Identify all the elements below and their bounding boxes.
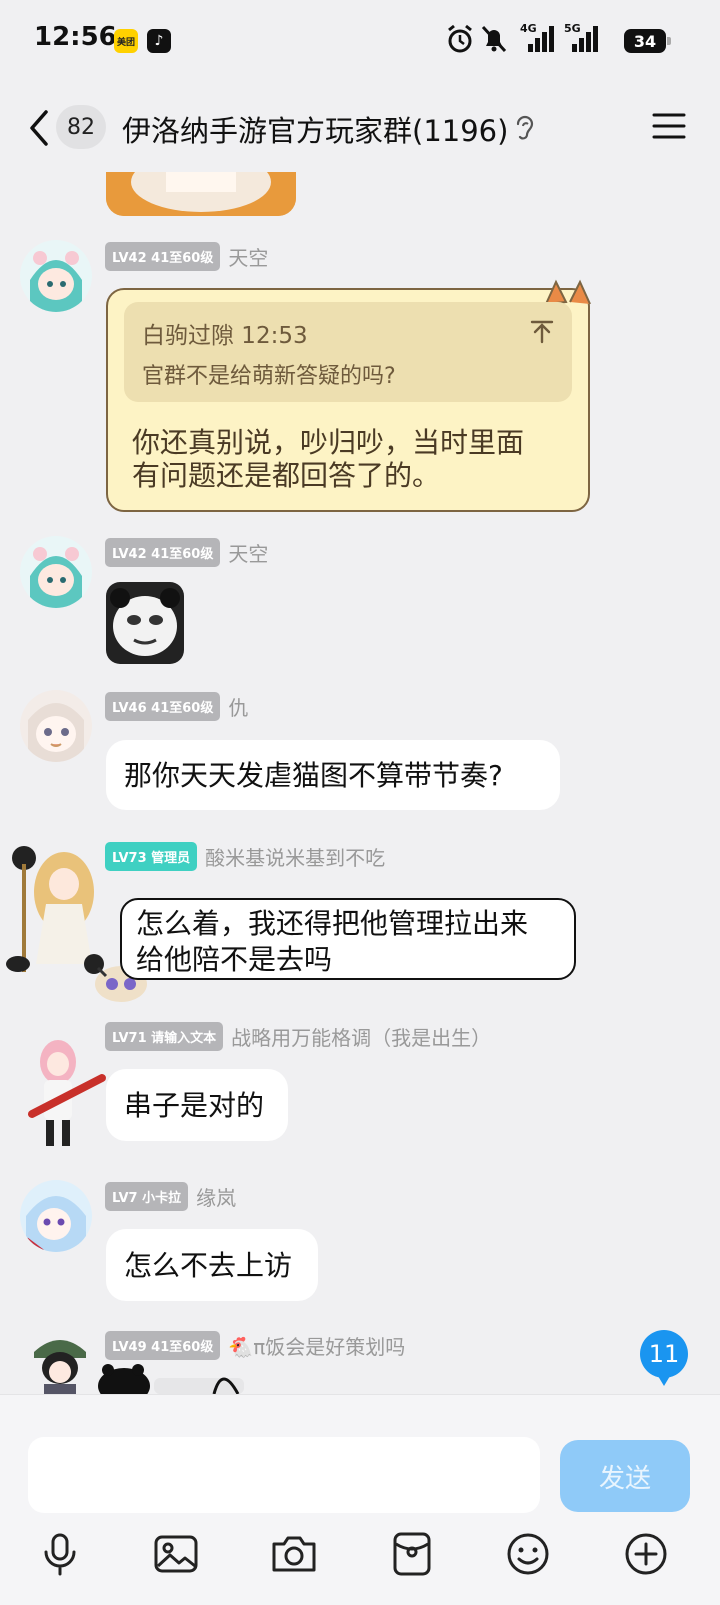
plus-icon[interactable] bbox=[622, 1530, 670, 1578]
jump-to-quote-icon[interactable] bbox=[528, 318, 556, 350]
group-title[interactable]: 伊洛纳手游官方玩家群(1196) bbox=[122, 108, 508, 150]
quote-header: 白驹过隙 12:53 bbox=[142, 323, 308, 349]
mute-bell-icon bbox=[480, 24, 508, 58]
quote-text: 官群不是给萌新答疑的吗? bbox=[142, 364, 396, 389]
message-bubble[interactable]: 怎么着，我还得把他管理拉出来 给他陪不是去吗 bbox=[120, 898, 576, 980]
level-badge: LV46 41至60级 bbox=[105, 692, 221, 721]
avatar[interactable] bbox=[20, 240, 92, 312]
avatar[interactable] bbox=[20, 536, 92, 608]
network-4g-label: 4G bbox=[520, 22, 537, 35]
level-badge: LV49 41至60级 bbox=[105, 1331, 221, 1360]
message-text: 你还真别说，吵归吵，当时里面 bbox=[132, 426, 525, 459]
status-time: 12:56 bbox=[34, 22, 117, 52]
avatar[interactable] bbox=[4, 844, 108, 978]
unread-count-badge[interactable]: 82 bbox=[56, 105, 106, 149]
meituan-app-icon: 美团 bbox=[114, 29, 138, 53]
sender-name[interactable]: 战略用万能格调（我是出生） bbox=[231, 1022, 491, 1051]
message-text: 怎么着，我还得把他管理拉出来 bbox=[136, 907, 529, 940]
tiktok-app-icon: ♪ bbox=[147, 29, 171, 53]
message-input[interactable] bbox=[28, 1437, 540, 1513]
level-badge: LV71 请输入文本 bbox=[105, 1022, 224, 1051]
sticker-partial[interactable] bbox=[94, 1362, 254, 1394]
avatar[interactable] bbox=[24, 1034, 114, 1152]
message-text: 有问题还是都回答了的。 bbox=[132, 459, 441, 492]
menu-icon[interactable] bbox=[652, 112, 686, 140]
panda-sticker[interactable] bbox=[106, 582, 184, 664]
image-icon[interactable] bbox=[152, 1530, 200, 1578]
ear-icon bbox=[514, 114, 536, 142]
message-bubble[interactable]: 怎么不去上访 bbox=[106, 1229, 318, 1301]
battery-icon: 34 bbox=[624, 29, 671, 53]
level-badge: LV7 小卡拉 bbox=[105, 1182, 189, 1211]
level-badge: LV42 41至60级 bbox=[105, 538, 221, 567]
sender-name[interactable]: 仇 bbox=[228, 692, 248, 721]
avatar[interactable] bbox=[28, 1334, 92, 1394]
sender-name[interactable]: 天空 bbox=[228, 538, 268, 567]
message-bubble[interactable]: 那你天天发虐猫图不算带节奏? bbox=[106, 740, 560, 810]
message-bubble[interactable]: 串子是对的 bbox=[106, 1069, 288, 1141]
network-5g-label: 5G bbox=[564, 22, 581, 35]
sender-name[interactable]: 天空 bbox=[228, 242, 268, 271]
sender-name[interactable]: 酸米基说米基到不吃 bbox=[205, 842, 385, 871]
send-button[interactable]: 发送 bbox=[560, 1440, 690, 1512]
alarm-icon bbox=[446, 24, 474, 58]
level-badge: LV42 41至60级 bbox=[105, 242, 221, 271]
message-text: 给他陪不是去吗 bbox=[136, 943, 333, 976]
admin-level-badge: LV73 管理员 bbox=[105, 842, 198, 871]
avatar[interactable] bbox=[20, 1180, 92, 1252]
red-packet-icon[interactable] bbox=[388, 1530, 436, 1578]
sender-name[interactable]: 🐔π饭会是好策划吗 bbox=[228, 1331, 405, 1360]
new-messages-badge[interactable]: 11 bbox=[640, 1330, 688, 1386]
emoji-icon[interactable] bbox=[504, 1530, 552, 1578]
back-button[interactable] bbox=[24, 108, 54, 148]
image-message-partial[interactable] bbox=[106, 172, 296, 216]
camera-icon[interactable] bbox=[270, 1530, 318, 1578]
avatar[interactable] bbox=[20, 690, 92, 762]
sender-name[interactable]: 缘岚 bbox=[196, 1182, 236, 1211]
microphone-icon[interactable] bbox=[36, 1530, 84, 1578]
